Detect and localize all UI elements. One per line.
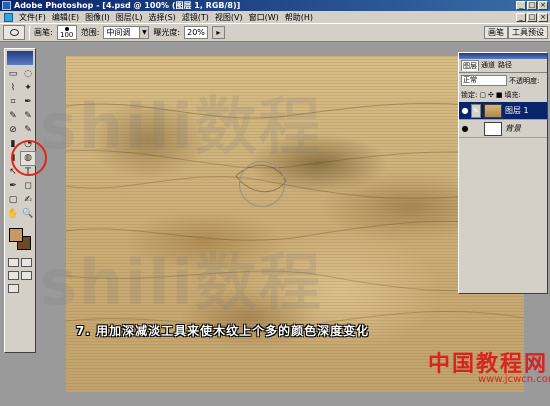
- window-title: Adobe Photoshop - [4.psd @ 100% (图层 1, R…: [14, 1, 241, 10]
- menu-window[interactable]: 窗口(W): [249, 12, 279, 23]
- menu-layer[interactable]: 图层(L): [116, 12, 143, 23]
- lock-row: 锁定: ▢ ✣ ■ 填充:: [459, 88, 547, 102]
- toolbox-header: [7, 51, 33, 65]
- menu-help[interactable]: 帮助(H): [285, 12, 313, 23]
- menu-view[interactable]: 视图(V): [215, 12, 243, 23]
- doc-close-button[interactable]: ×: [538, 12, 548, 22]
- jump-to-imageready-icon[interactable]: [8, 284, 19, 293]
- shape-tool-icon[interactable]: ◻: [21, 180, 35, 193]
- options-bar: 画笔: 100 范围: 中间调 ▼ 曝光度: 20% ▸ 画笔 工具预设: [0, 23, 550, 42]
- quick-mask-mode-icon[interactable]: [21, 258, 32, 267]
- document-controls: _ □ ×: [516, 12, 548, 22]
- range-value: 中间调: [106, 28, 131, 37]
- screen-mode-standard-icon[interactable]: [8, 271, 19, 280]
- opacity-label: 不透明度:: [509, 76, 540, 85]
- site-url: www.jcwcn.com: [478, 374, 550, 385]
- brush-size-value: 100: [60, 31, 74, 39]
- tab-brushes[interactable]: 画笔: [484, 26, 508, 39]
- layer-name: 图层 1: [505, 106, 529, 115]
- quick-mask-row: [5, 256, 35, 269]
- visibility-eye-icon[interactable]: ●: [459, 106, 471, 115]
- brush-indicator-icon: ✎: [471, 103, 481, 118]
- lasso-tool-icon[interactable]: ⌇: [6, 82, 20, 95]
- jump-to-row: [5, 282, 35, 295]
- tab-tool-presets[interactable]: 工具预设: [508, 26, 548, 39]
- tutorial-caption: 7. 用加深减淡工具来使木纹上个多的颜色深度变化: [76, 324, 370, 338]
- blend-row: 正常 不透明度:: [459, 73, 547, 88]
- exposure-value: 20%: [187, 28, 205, 37]
- marquee-tool-icon[interactable]: ▭: [6, 68, 20, 81]
- standard-mode-icon[interactable]: [8, 258, 19, 267]
- brush-tool-icon[interactable]: ✎: [21, 110, 35, 123]
- foreground-color-swatch[interactable]: [9, 228, 23, 242]
- brush-picker[interactable]: 100: [56, 25, 77, 40]
- menu-bar: 文件(F) 编辑(E) 图像(I) 图层(L) 选择(S) 滤镜(T) 视图(V…: [0, 11, 550, 23]
- menu-select[interactable]: 选择(S): [148, 12, 175, 23]
- tool-preset-picker[interactable]: [3, 25, 25, 40]
- brush-cursor-circle: [239, 161, 285, 207]
- window-controls: _ □ ×: [516, 1, 548, 10]
- menu-image[interactable]: 图像(I): [85, 12, 110, 23]
- photoshop-app-icon: [2, 1, 11, 10]
- watermark-repeat: shili数程: [40, 246, 323, 319]
- title-bar: Adobe Photoshop - [4.psd @ 100% (图层 1, R…: [0, 0, 550, 11]
- brush-label: 画笔:: [34, 28, 53, 37]
- layer-thumbnail: [484, 103, 502, 118]
- move-tool-icon[interactable]: ◌: [21, 68, 35, 81]
- zoom-tool-icon[interactable]: 🔍: [21, 208, 35, 221]
- chevron-down-icon: ▼: [139, 27, 149, 38]
- minimize-button[interactable]: _: [516, 1, 526, 10]
- toolbox: ▭ ◌ ⌇ ✦ ⌗ ✒ ✎ ✎ ⊘ ✎ ▮ ◔ ◖ ◍ ↖ T ✒ ◻ ▢ ✍ …: [4, 48, 36, 353]
- blend-mode-select[interactable]: 正常: [461, 75, 507, 86]
- screen-mode-row: [5, 269, 35, 282]
- magic-wand-tool-icon[interactable]: ✦: [21, 82, 35, 95]
- tab-layers[interactable]: 图层: [461, 60, 479, 71]
- watermark: shili数程: [40, 90, 323, 163]
- lock-label: 锁定:: [461, 91, 478, 99]
- exposure-input[interactable]: 20%: [184, 26, 208, 39]
- layer-thumbnail: [484, 121, 502, 136]
- lock-pixels-icon[interactable]: ▢: [479, 91, 486, 99]
- eyedropper-tool-icon[interactable]: ✍: [21, 194, 35, 207]
- fill-label: 填充:: [504, 91, 521, 99]
- menu-file[interactable]: 文件(F): [19, 12, 46, 23]
- healing-brush-tool-icon[interactable]: ✎: [6, 110, 20, 123]
- notes-tool-icon[interactable]: ▢: [6, 194, 20, 207]
- layer-row-background[interactable]: ● 背景: [459, 120, 547, 138]
- history-brush-tool-icon[interactable]: ✎: [21, 124, 35, 137]
- range-label: 范围:: [80, 28, 100, 37]
- doc-restore-button[interactable]: □: [527, 12, 537, 22]
- doc-minimize-button[interactable]: _: [516, 12, 526, 22]
- close-button[interactable]: ×: [538, 1, 548, 10]
- menu-edit[interactable]: 编辑(E): [52, 12, 79, 23]
- hand-tool-icon[interactable]: ✋: [6, 208, 20, 221]
- clone-stamp-tool-icon[interactable]: ⊘: [6, 124, 20, 137]
- screen-mode-full-icon[interactable]: [21, 271, 32, 280]
- menu-filter[interactable]: 滤镜(T): [182, 12, 209, 23]
- lock-position-icon[interactable]: ✣: [488, 91, 494, 99]
- document-icon[interactable]: [4, 12, 13, 22]
- lock-all-icon[interactable]: ■: [496, 91, 503, 99]
- airbrush-toggle-icon[interactable]: ▸: [211, 26, 225, 39]
- palette-well: 画笔 工具预设: [484, 25, 548, 40]
- layer-row-layer1[interactable]: ● ✎ 图层 1: [459, 102, 547, 120]
- color-swatches: [7, 226, 33, 252]
- crop-tool-icon[interactable]: ⌗: [6, 96, 20, 109]
- tab-channels[interactable]: 通道: [480, 60, 496, 71]
- slice-tool-icon[interactable]: ✒: [21, 96, 35, 109]
- layer-name: 背景: [505, 124, 521, 133]
- range-select[interactable]: 中间调 ▼: [103, 26, 150, 39]
- divider: [29, 25, 30, 40]
- burn-tool-icon: [9, 29, 19, 36]
- layers-panel-tabs: 图层 通道 路径: [459, 59, 547, 73]
- layers-panel: 图层 通道 路径 正常 不透明度: 锁定: ▢ ✣ ■ 填充: ● ✎ 图层 1…: [458, 52, 548, 294]
- visibility-eye-icon[interactable]: ●: [459, 124, 471, 133]
- pen-tool-icon[interactable]: ✒: [6, 180, 20, 193]
- maximize-button[interactable]: □: [527, 1, 537, 10]
- exposure-label: 曝光度:: [153, 28, 181, 37]
- tab-paths[interactable]: 路径: [497, 60, 513, 71]
